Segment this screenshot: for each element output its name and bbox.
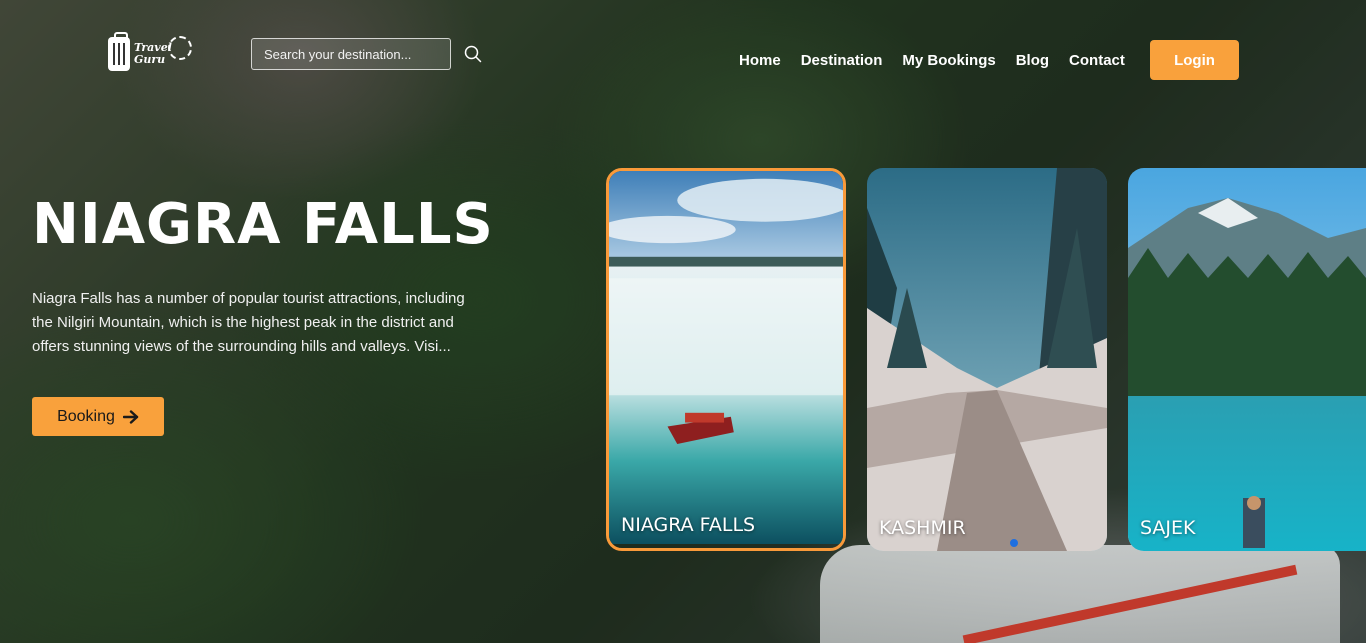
travel-guru-logo[interactable]: Travel Guru — [108, 32, 194, 74]
slider-indicator-dot[interactable] — [1010, 539, 1018, 547]
nav-contact[interactable]: Contact — [1069, 52, 1125, 69]
destination-card-niagra-falls[interactable]: NIAGRA FALLS — [606, 168, 846, 551]
card-label: SAJEK — [1140, 517, 1196, 539]
seaplane-background — [820, 545, 1340, 643]
hero-title: NIAGRA FALLS — [32, 192, 494, 257]
logo-ring-icon — [168, 36, 192, 60]
niagra-falls-image — [609, 171, 843, 545]
search-icon[interactable] — [464, 45, 482, 63]
destination-card-sajek[interactable]: SAJEK — [1128, 168, 1366, 551]
kashmir-image — [867, 168, 1107, 551]
nav-destination[interactable]: Destination — [801, 52, 883, 69]
destination-card-kashmir[interactable]: KASHMIR — [867, 168, 1107, 551]
hero-description: Niagra Falls has a number of popular tou… — [32, 290, 465, 355]
logo-line-2: Guru — [134, 53, 166, 66]
main-nav: Home Destination My Bookings Blog Contac… — [739, 52, 1125, 69]
logo-text: Travel Guru — [134, 42, 172, 66]
card-label: KASHMIR — [879, 517, 966, 539]
nav-blog[interactable]: Blog — [1016, 52, 1049, 69]
suitcase-icon — [108, 32, 130, 71]
sajek-image — [1128, 168, 1366, 551]
nav-my-bookings[interactable]: My Bookings — [902, 52, 995, 69]
card-label: NIAGRA FALLS — [621, 514, 756, 536]
login-button[interactable]: Login — [1150, 40, 1239, 80]
nav-home[interactable]: Home — [739, 52, 781, 69]
booking-button-label: Booking — [57, 407, 115, 425]
search-input[interactable] — [251, 38, 451, 70]
arrow-right-icon — [122, 409, 139, 424]
booking-button[interactable]: Booking — [32, 397, 164, 436]
